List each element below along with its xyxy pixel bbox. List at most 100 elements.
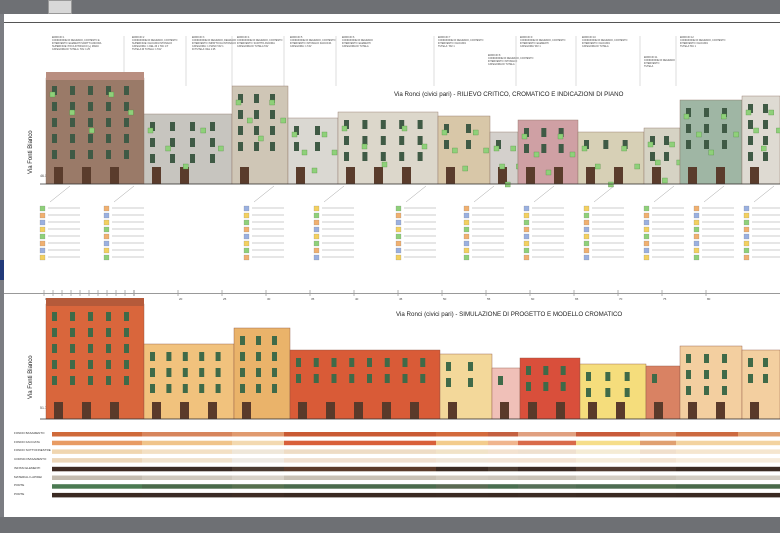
legend-swatch: [743, 226, 750, 233]
legend-swatch: [743, 254, 750, 261]
lower-window: [88, 360, 93, 369]
legend-swatch: [643, 226, 650, 233]
survey-marker: [721, 113, 727, 120]
color-swatch: [640, 466, 676, 472]
upper-window: [88, 118, 93, 127]
color-swatch: [676, 484, 738, 489]
upper-window: [380, 120, 386, 129]
color-swatch: [52, 458, 142, 463]
lower-door: [208, 402, 217, 419]
ruler-label: 55: [487, 297, 491, 301]
lower-window: [272, 352, 277, 361]
legend-swatch: [103, 219, 110, 226]
legend-swatch: [103, 205, 110, 212]
legend-swatch: [583, 205, 590, 212]
legend-swatch: [693, 226, 700, 233]
legend-swatch: [243, 219, 250, 226]
lower-window: [215, 384, 221, 393]
lower-door: [354, 402, 363, 419]
color-swatch: [738, 475, 780, 480]
lower-window: [88, 312, 93, 321]
upper-window: [124, 150, 129, 159]
lower-window: [70, 360, 75, 369]
color-swatch: [738, 484, 780, 489]
lower-window: [331, 374, 337, 383]
lower-window: [420, 358, 426, 367]
survey-marker: [634, 163, 640, 170]
lower-window: [215, 368, 221, 377]
survey-marker: [128, 109, 134, 116]
upper-window: [362, 136, 368, 145]
lower-window: [686, 370, 691, 379]
upper-window: [124, 86, 129, 95]
lower-window: [124, 376, 129, 385]
upper-window: [70, 150, 75, 159]
ruler-label: 60: [531, 297, 535, 301]
lower-window: [748, 358, 753, 367]
lower-door: [528, 402, 537, 419]
survey-marker: [269, 99, 275, 106]
upper-window: [704, 140, 709, 149]
legend-swatch: [313, 212, 320, 219]
lower-window: [106, 312, 111, 321]
upper-window: [124, 118, 129, 127]
color-swatch: [676, 440, 738, 446]
leader-line: [405, 185, 427, 203]
lower-window: [686, 354, 691, 363]
legend-swatch: [583, 247, 590, 254]
upper-window: [106, 118, 111, 127]
lower-window: [446, 378, 451, 387]
color-swatch: [738, 492, 780, 498]
lower-window: [704, 354, 709, 363]
legend-swatch: [243, 240, 250, 247]
lower-window: [106, 360, 111, 369]
upper-facade: [741, 95, 780, 185]
lower-window: [468, 378, 473, 387]
survey-marker: [753, 127, 759, 134]
survey-marker: [768, 109, 774, 116]
survey-marker: [545, 169, 552, 176]
legend-swatch: [743, 247, 750, 254]
upper-window: [650, 152, 655, 161]
lower-window: [402, 358, 408, 367]
top-bar: [0, 0, 780, 14]
toolbar-tab[interactable]: [48, 0, 72, 14]
upper-window: [270, 142, 275, 151]
lower-window: [560, 382, 566, 391]
lower-door: [82, 402, 91, 419]
color-swatch: [488, 458, 518, 463]
legend-swatch: [243, 226, 250, 233]
color-swatch: [232, 440, 284, 446]
color-swatch: [488, 484, 518, 489]
color-swatch: [284, 466, 436, 472]
legend-swatch: [395, 240, 402, 247]
survey-marker: [147, 127, 154, 134]
lower-window: [256, 368, 261, 377]
color-swatch: [576, 475, 640, 480]
upper-window: [238, 142, 243, 151]
legend-swatch: [643, 219, 650, 226]
legend-swatch: [313, 254, 320, 261]
lower-window: [296, 374, 301, 383]
legend-swatch: [103, 233, 110, 240]
survey-marker: [401, 125, 408, 132]
legend-swatch: [39, 254, 46, 261]
color-swatch: [676, 466, 738, 472]
legend-swatch: [39, 247, 46, 254]
lower-window: [106, 376, 111, 385]
upper-window: [124, 102, 129, 111]
survey-marker: [708, 149, 714, 156]
color-swatch: [52, 484, 142, 489]
legend-swatch: [643, 247, 650, 254]
survey-marker: [452, 147, 458, 154]
upper-window: [270, 126, 275, 135]
upper-window: [541, 128, 547, 137]
ruler-label: 35: [311, 297, 315, 301]
upper-door: [716, 167, 725, 184]
legend-swatch: [463, 233, 470, 240]
legend-swatch: [39, 226, 46, 233]
color-swatch: [640, 475, 676, 480]
survey-marker: [301, 149, 308, 156]
lower-window: [240, 352, 245, 361]
color-swatch: [738, 432, 780, 437]
